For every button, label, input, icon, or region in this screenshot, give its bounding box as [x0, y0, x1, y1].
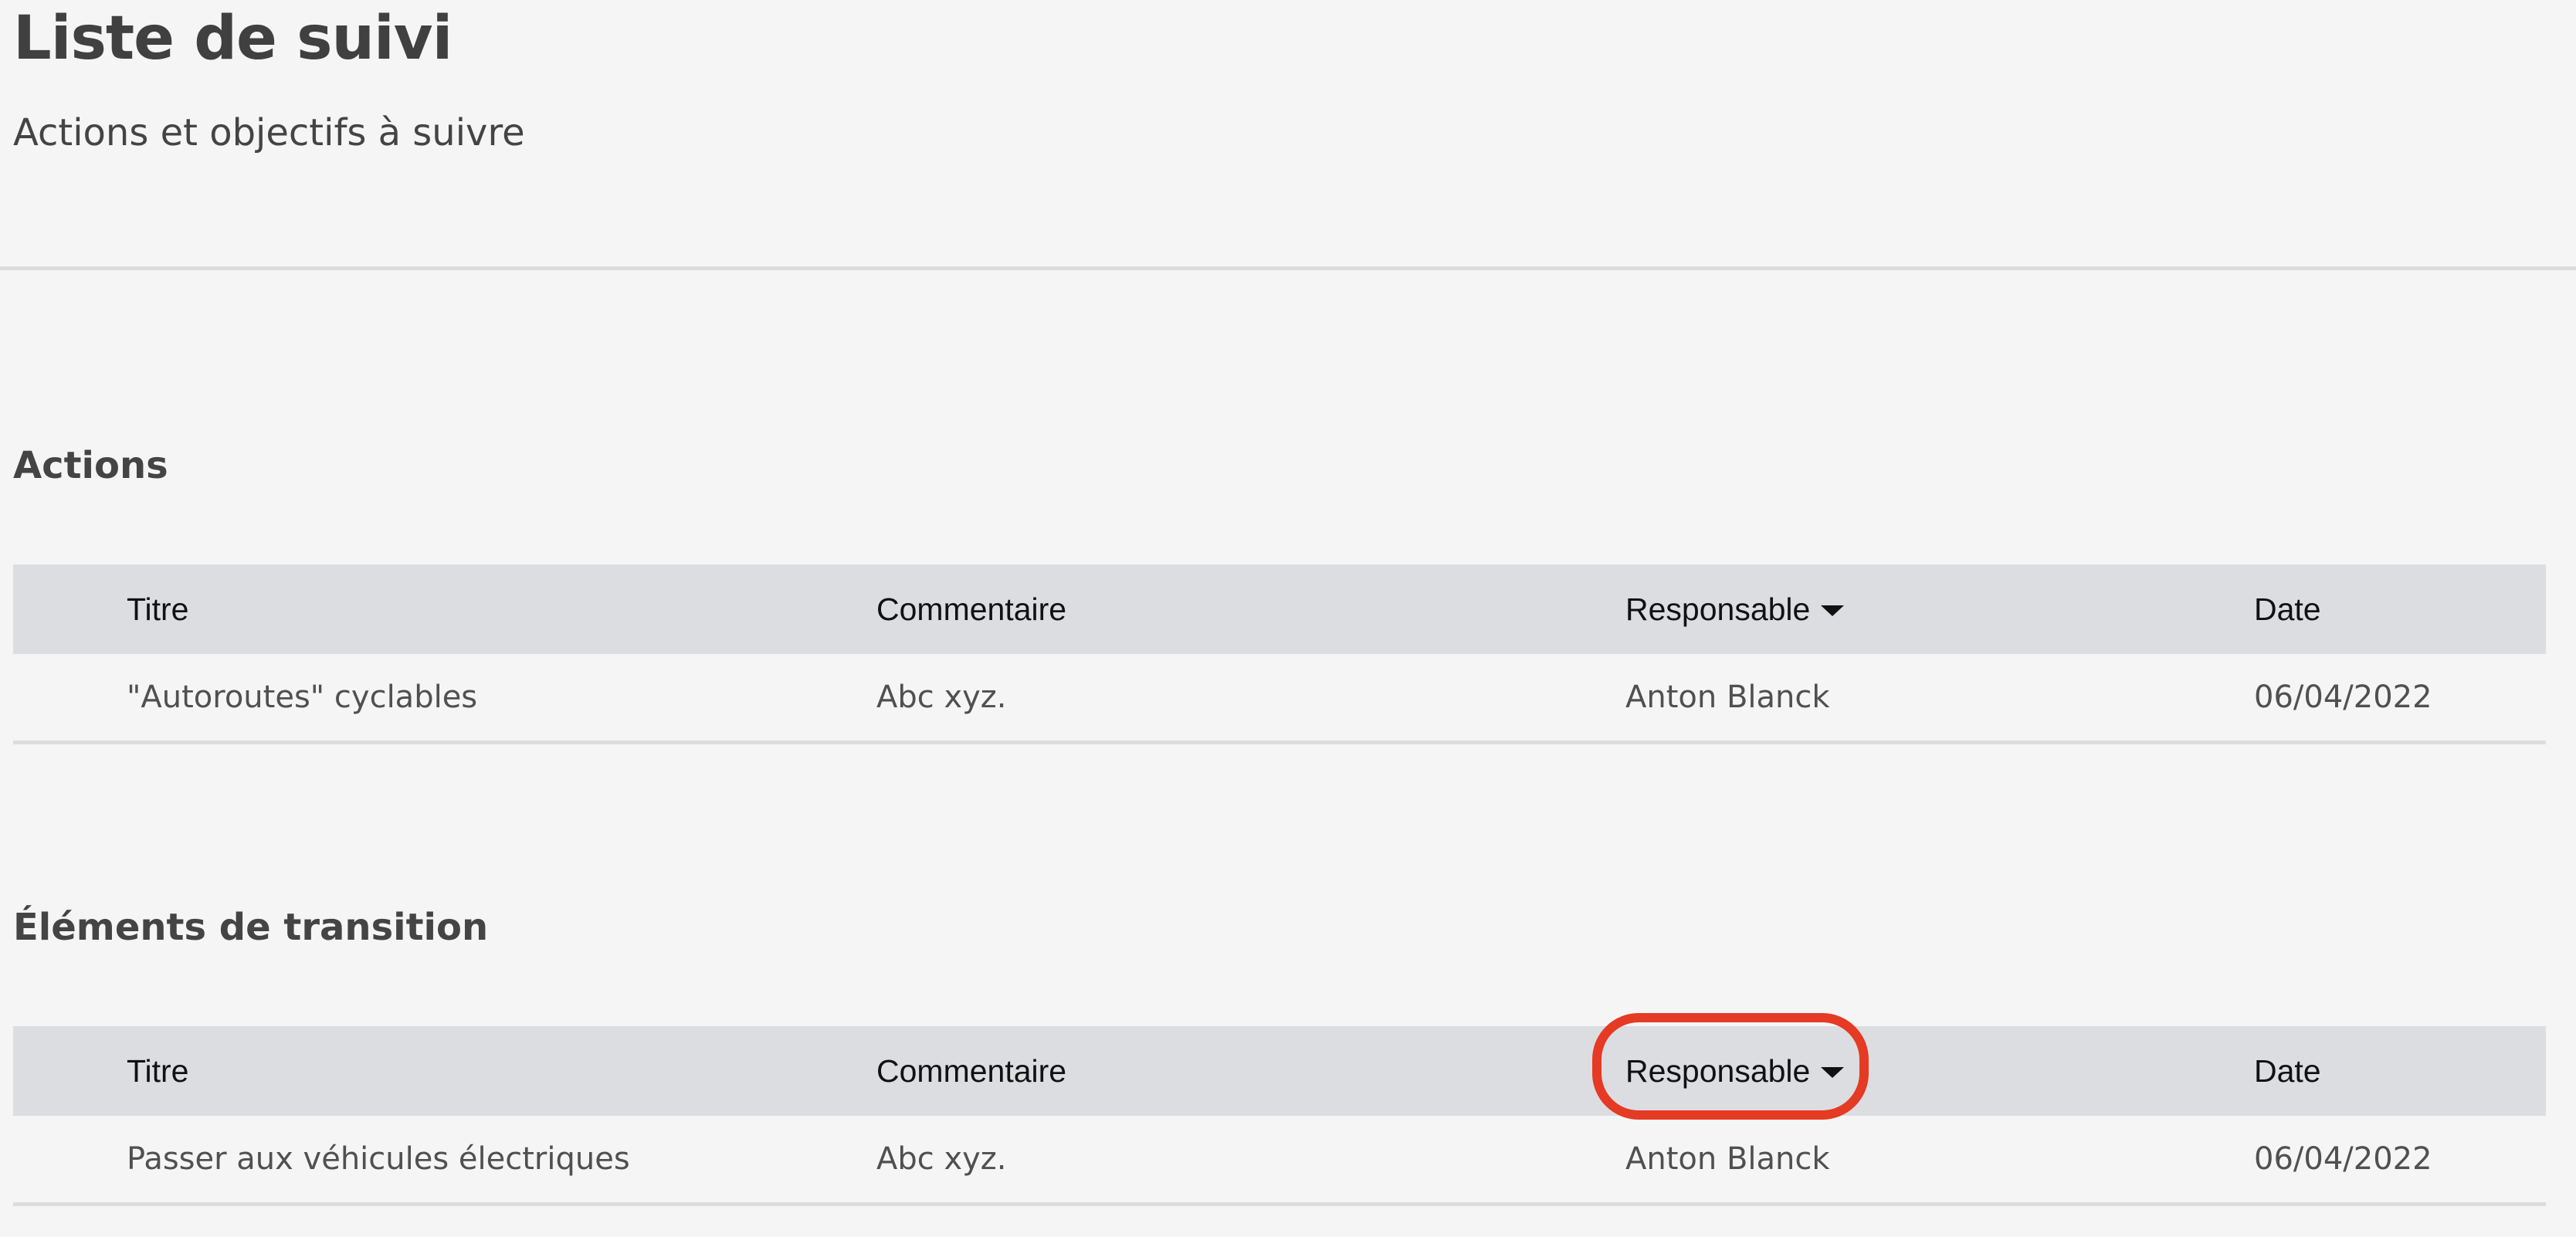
- row-title[interactable]: "Autoroutes" cyclables: [127, 654, 477, 741]
- column-header-comment[interactable]: Commentaire: [876, 564, 1066, 654]
- table-header: Titre Commentaire Responsable Date: [13, 564, 2546, 654]
- column-header-date[interactable]: Date: [2254, 564, 2321, 654]
- transition-elements-table: Titre Commentaire Responsable Date Passe…: [13, 1026, 2546, 1206]
- row-owner: Anton Blanck: [1625, 680, 1830, 715]
- row-owner: Anton Blanck: [1625, 1141, 1830, 1177]
- table-row[interactable]: "Autoroutes" cyclables Abc xyz. Anton Bl…: [13, 654, 2546, 744]
- caret-down-icon: [1821, 605, 1845, 616]
- column-header-title[interactable]: Titre: [127, 1026, 188, 1116]
- row-date: 06/04/2022: [2254, 680, 2432, 715]
- caret-down-icon: [1821, 1067, 1845, 1078]
- row-comment: Abc xyz.: [876, 680, 1007, 715]
- table-row[interactable]: Passer aux véhicules électriques Abc xyz…: [13, 1116, 2546, 1206]
- row-title[interactable]: Passer aux véhicules électriques: [127, 1116, 630, 1202]
- section-title-transition-elements: Éléments de transition: [13, 906, 489, 949]
- row-date: 06/04/2022: [2254, 1141, 2432, 1177]
- column-header-comment[interactable]: Commentaire: [876, 1026, 1066, 1116]
- actions-table: Titre Commentaire Responsable Date "Auto…: [13, 564, 2546, 744]
- column-header-title[interactable]: Titre: [127, 564, 188, 654]
- sort-by-owner-button[interactable]: Responsable: [1625, 1026, 1845, 1116]
- section-title-actions: Actions: [13, 444, 168, 487]
- row-comment: Abc xyz.: [876, 1141, 1007, 1177]
- column-header-owner-label: Responsable: [1625, 591, 1811, 627]
- table-header: Titre Commentaire Responsable Date: [13, 1026, 2546, 1116]
- sort-by-owner-button[interactable]: Responsable: [1625, 564, 1845, 654]
- column-header-date[interactable]: Date: [2254, 1026, 2321, 1116]
- column-header-owner-label: Responsable: [1625, 1052, 1811, 1089]
- page-title: Liste de suivi: [13, 4, 452, 73]
- header-divider: [0, 266, 2576, 270]
- page-subtitle: Actions et objectifs à suivre: [13, 111, 525, 154]
